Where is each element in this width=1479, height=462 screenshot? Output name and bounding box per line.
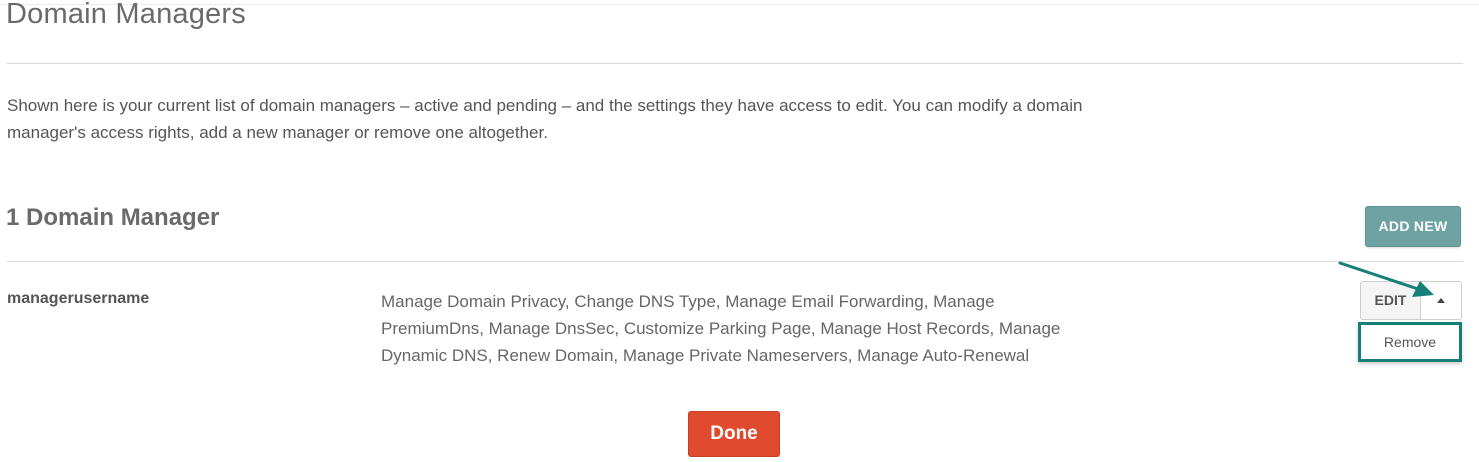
done-button[interactable]: Done <box>688 411 780 457</box>
manager-username: managerusername <box>7 290 150 307</box>
title-divider <box>7 63 1463 64</box>
remove-menu-item[interactable]: Remove <box>1361 325 1459 359</box>
manager-permissions: Manage Domain Privacy, Change DNS Type, … <box>381 292 1061 365</box>
dropdown-menu: Remove <box>1358 322 1462 362</box>
section-divider <box>7 261 1463 262</box>
page-title: Domain Managers <box>6 0 246 30</box>
arrow-icon <box>1338 261 1434 297</box>
section-title: 1 Domain Manager <box>6 204 220 231</box>
add-new-button[interactable]: ADD NEW <box>1365 206 1461 247</box>
intro-text: Shown here is your current list of domai… <box>7 96 1083 142</box>
